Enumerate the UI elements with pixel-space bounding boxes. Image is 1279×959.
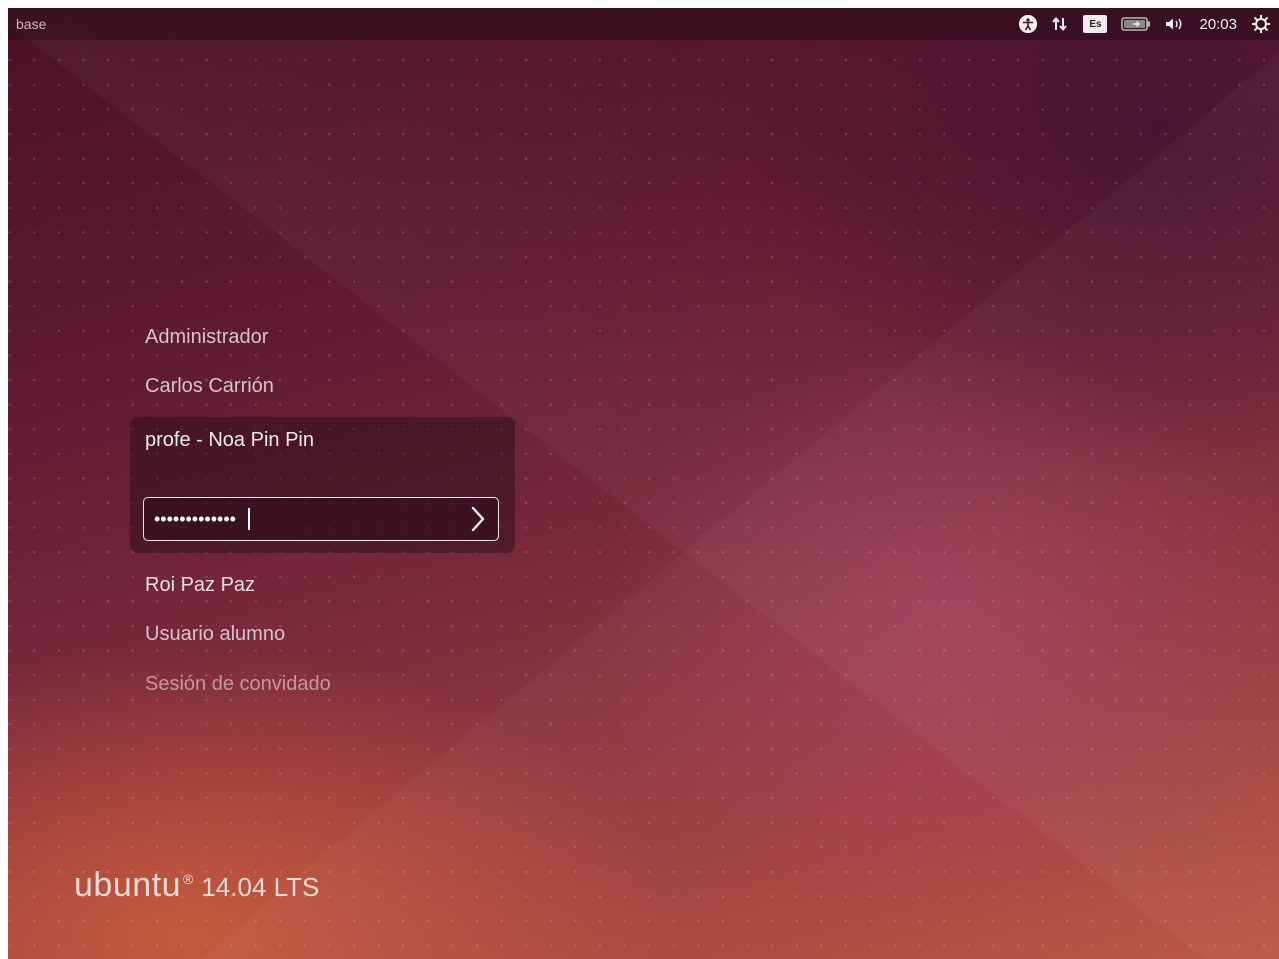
user-item-administrador[interactable]: Administrador: [145, 326, 268, 349]
volume-icon[interactable]: [1165, 16, 1185, 32]
password-input[interactable]: •••••••••••••: [143, 497, 499, 541]
brand-name: ubuntu: [74, 866, 181, 904]
text-caret: [248, 508, 250, 530]
power-icon[interactable]: [1251, 14, 1271, 34]
selected-user-panel: profe - Noa Pin Pin •••••••••••••: [130, 417, 515, 553]
keyboard-layout-icon[interactable]: Es: [1083, 15, 1108, 33]
ubuntu-branding: ubuntu ® 14.04 LTS: [74, 866, 319, 905]
network-icon[interactable]: [1051, 15, 1069, 33]
top-panel: base Es 20:03: [8, 8, 1279, 40]
user-item-usuario-alumno[interactable]: Usuario alumno: [145, 623, 285, 646]
user-item-roi-paz-paz[interactable]: Roi Paz Paz: [145, 574, 255, 597]
brand-registered-mark: ®: [183, 870, 194, 887]
chevron-right-icon: [471, 506, 485, 532]
brand-version: 14.04 LTS: [201, 872, 320, 902]
hostname-label: base: [16, 16, 47, 32]
indicator-area: Es 20:03: [1019, 12, 1271, 36]
accessibility-icon[interactable]: [1019, 15, 1038, 33]
battery-icon[interactable]: [1121, 16, 1151, 32]
login-screen: base Es 20:03 Administrador Carlos Carri…: [8, 8, 1279, 959]
selected-user-name[interactable]: profe - Noa Pin Pin: [145, 429, 314, 452]
user-item-carlos-carrion[interactable]: Carlos Carrión: [145, 375, 274, 398]
login-submit-button[interactable]: [464, 504, 492, 534]
password-mask: •••••••••••••: [154, 509, 236, 529]
user-item-guest-session[interactable]: Sesión de convidado: [145, 673, 331, 696]
clock[interactable]: 20:03: [1199, 16, 1237, 33]
